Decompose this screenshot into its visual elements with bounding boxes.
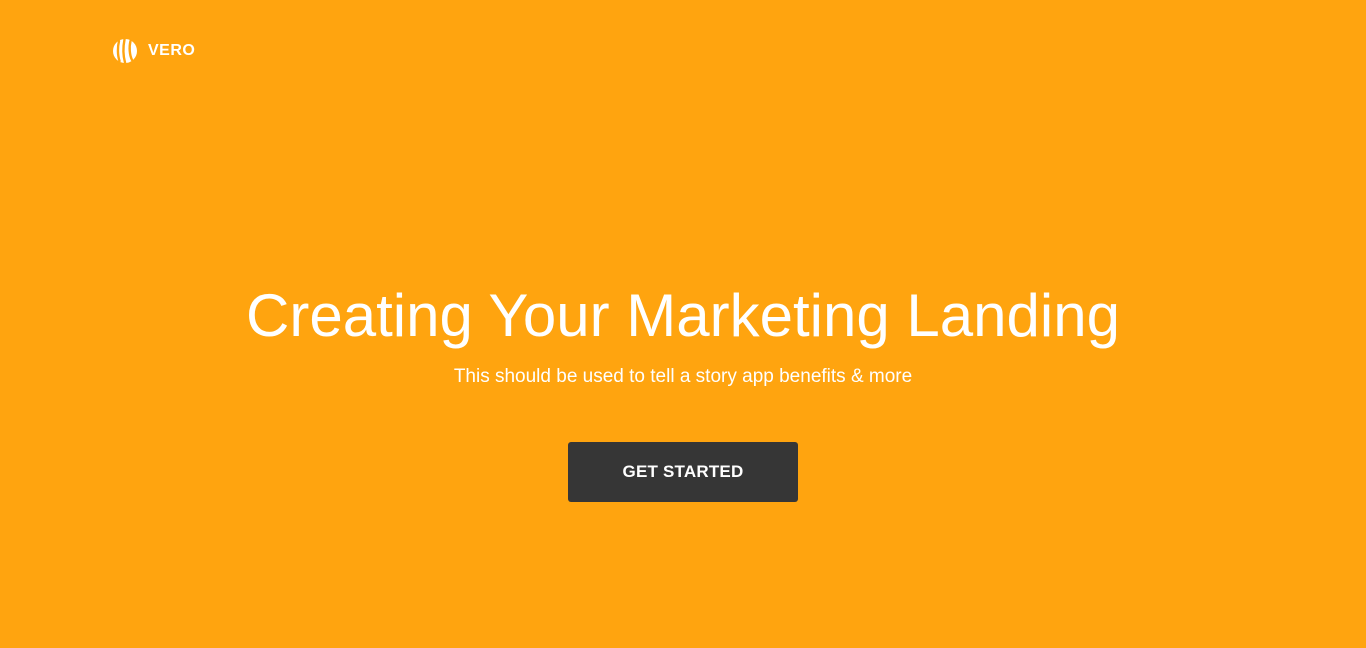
hero-section: Creating Your Marketing Landing This sho… <box>0 276 1366 388</box>
hero-subtitle: This should be used to tell a story app … <box>453 366 913 387</box>
brand-logo-link[interactable]: VERO <box>112 38 195 64</box>
vero-logo-icon <box>113 38 137 64</box>
get-started-button[interactable]: GET STARTED <box>568 442 798 502</box>
hero-title: Creating Your Marketing Landing <box>246 282 1120 349</box>
brand-name: VERO <box>148 42 196 59</box>
site-header: VERO <box>112 37 195 65</box>
